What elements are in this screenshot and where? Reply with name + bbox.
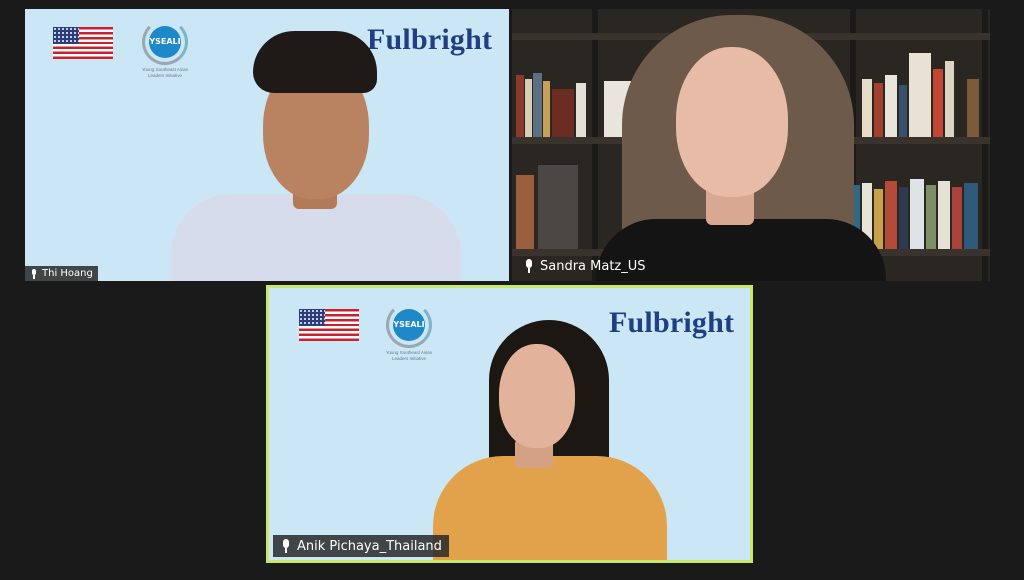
us-flag-icon bbox=[299, 309, 359, 341]
video-tile-thi-hoang[interactable]: YSEALI Young Southeast Asian Leaders Ini… bbox=[25, 9, 509, 281]
participant-name-label: Thi Hoang bbox=[25, 266, 98, 281]
participant-name: Sandra Matz_US bbox=[540, 258, 646, 274]
yseali-logo: YSEALI Young Southeast Asian Leaders Ini… bbox=[137, 19, 193, 79]
microphone-icon bbox=[30, 268, 38, 279]
video-tile-sandra-matz[interactable]: Sandra Matz_US bbox=[512, 9, 990, 281]
participant-name: Thi Hoang bbox=[42, 268, 93, 279]
video-tile-anik-pichaya[interactable]: YSEALI Young Southeast Asian Leaders Ini… bbox=[266, 285, 753, 563]
us-flag-icon bbox=[53, 27, 113, 59]
fulbright-logo: Fulbright bbox=[367, 23, 493, 56]
participant-name-label: Sandra Matz_US bbox=[516, 255, 653, 277]
participant-name-label: Anik Pichaya_Thailand bbox=[273, 535, 449, 557]
microphone-icon bbox=[523, 259, 534, 273]
yseali-logo: YSEALI Young Southeast Asian Leaders Ini… bbox=[381, 302, 437, 362]
participant-name: Anik Pichaya_Thailand bbox=[297, 538, 442, 554]
microphone-icon bbox=[280, 539, 291, 553]
fulbright-logo: Fulbright bbox=[609, 306, 735, 339]
